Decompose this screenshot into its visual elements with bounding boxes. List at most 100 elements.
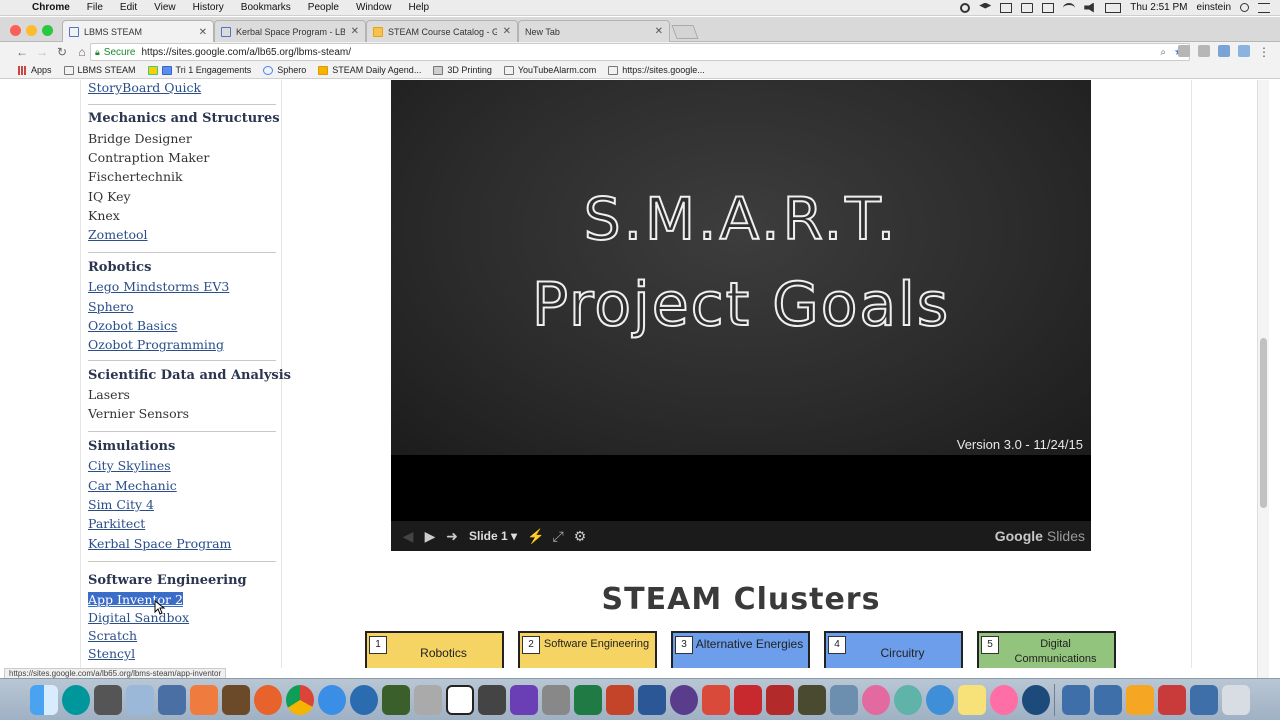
- google-earth-icon[interactable]: [350, 685, 378, 715]
- sidebar-item-iq-key[interactable]: IQ Key: [88, 189, 131, 204]
- sidebar-link-city-skylines[interactable]: City Skylines: [88, 458, 171, 473]
- app-icon[interactable]: [862, 685, 890, 715]
- menu-view[interactable]: View: [154, 2, 185, 13]
- close-window-button[interactable]: [10, 25, 21, 36]
- folder-stack-icon[interactable]: [1094, 685, 1122, 715]
- slide-canvas[interactable]: S.M.A.R.T. Project Goals Version 3.0 - 1…: [391, 80, 1091, 455]
- app-icon[interactable]: [926, 685, 954, 715]
- app-icon[interactable]: [126, 685, 154, 715]
- tab-new-tab[interactable]: New Tab ✕: [518, 20, 670, 42]
- sidebar-item-lasers[interactable]: Lasers: [88, 387, 130, 402]
- laser-pointer-icon[interactable]: ⚡: [525, 528, 547, 545]
- app-icon[interactable]: [414, 685, 442, 715]
- tab-close-icon[interactable]: ✕: [503, 26, 511, 37]
- cluster-robotics[interactable]: 1 Robotics: [365, 631, 504, 668]
- app-icon[interactable]: [446, 685, 474, 715]
- app-icon[interactable]: [830, 685, 858, 715]
- extension-icon[interactable]: [1218, 45, 1230, 57]
- next-slide-icon[interactable]: ➜: [441, 528, 463, 545]
- chrome-icon[interactable]: [286, 685, 314, 715]
- zoom-window-button[interactable]: [42, 25, 53, 36]
- menu-edit[interactable]: Edit: [120, 2, 146, 13]
- cluster-digital-communications[interactable]: 5 Digital Communications: [977, 631, 1116, 668]
- sidebar-link-storyboard-quick[interactable]: StoryBoard Quick: [88, 80, 201, 95]
- dropbox-icon[interactable]: [979, 2, 992, 9]
- extension-icon[interactable]: [1198, 45, 1210, 57]
- sidebar-item-bridge-designer[interactable]: Bridge Designer: [88, 131, 192, 146]
- bookmark-steam-daily[interactable]: STEAM Daily Agend...: [318, 65, 421, 75]
- screen-icon[interactable]: [1021, 2, 1034, 13]
- cluster-software-engineering[interactable]: 2 Software Engineering: [518, 631, 657, 668]
- previous-slide-icon[interactable]: ◀: [397, 528, 419, 545]
- extension-icon[interactable]: [1178, 45, 1190, 57]
- app-icon[interactable]: [734, 685, 762, 715]
- address-bar[interactable]: 🔒︎ Secure https://sites.google.com/a/lb6…: [90, 43, 1190, 61]
- bookmark-tri1[interactable]: Tri 1 Engagements: [147, 65, 251, 75]
- scratch-cat-icon[interactable]: [1126, 685, 1154, 715]
- app-icon[interactable]: [766, 685, 794, 715]
- sidebar-link-scratch[interactable]: Scratch: [88, 628, 137, 643]
- sidebar-item-contraption-maker[interactable]: Contraption Maker: [88, 150, 209, 165]
- rocket-icon[interactable]: [1158, 685, 1186, 715]
- notification-icon[interactable]: [1258, 2, 1270, 13]
- stickies-icon[interactable]: [958, 685, 986, 715]
- url-text[interactable]: https://sites.google.com/a/lb65.org/lbms…: [141, 47, 351, 58]
- finder-icon[interactable]: [30, 685, 58, 715]
- sidebar-item-vernier-sensors[interactable]: Vernier Sensors: [88, 406, 189, 421]
- fullscreen-icon[interactable]: ⤢: [547, 528, 569, 545]
- zoom-icon[interactable]: ⌕: [1160, 47, 1166, 58]
- folder-stack-icon[interactable]: [1190, 685, 1218, 715]
- bookmark-sphero[interactable]: Sphero: [263, 65, 306, 75]
- tab-lbms-steam[interactable]: LBMS STEAM ✕: [62, 20, 214, 43]
- bookmark-lbms-steam[interactable]: LBMS STEAM: [63, 65, 136, 75]
- cluster-alternative-energies[interactable]: 3 Alternative Energies: [671, 631, 810, 668]
- new-tab-button[interactable]: [671, 25, 699, 39]
- app-icon[interactable]: [158, 685, 186, 715]
- cluster-circuitry[interactable]: 4 Circuitry: [824, 631, 963, 668]
- menu-people[interactable]: People: [308, 2, 348, 13]
- app-icon[interactable]: [670, 685, 698, 715]
- safari-icon[interactable]: [318, 685, 346, 715]
- bookmark-3d-printing[interactable]: 3D Printing: [433, 65, 492, 75]
- app-icon[interactable]: [894, 685, 922, 715]
- wifi-icon[interactable]: [1063, 2, 1076, 13]
- sidebar-link-car-mechanic[interactable]: Car Mechanic: [88, 478, 177, 493]
- sidebar-link-zometool[interactable]: Zometool: [88, 227, 148, 242]
- bookmark-youtubealarm[interactable]: YouTubeAlarm.com: [503, 65, 596, 75]
- slide-selector[interactable]: Slide 1 ▾: [469, 529, 517, 543]
- copy-icon[interactable]: [1000, 2, 1013, 13]
- menu-icon[interactable]: ⋮: [1258, 45, 1270, 59]
- volume-icon[interactable]: [1084, 2, 1094, 13]
- sidebar-item-knex[interactable]: Knex: [88, 208, 120, 223]
- app-icon[interactable]: [190, 685, 218, 715]
- tab-close-icon[interactable]: ✕: [351, 26, 359, 37]
- excel-icon[interactable]: [574, 685, 602, 715]
- menu-app-name[interactable]: Chrome: [32, 2, 79, 13]
- tab-steam-catalog[interactable]: STEAM Course Catalog - Goo ✕: [366, 20, 518, 42]
- sidebar-item-fischertechnik[interactable]: Fischertechnik: [88, 169, 183, 184]
- sidebar-link-sphero[interactable]: Sphero: [88, 299, 134, 314]
- imovie-star-icon[interactable]: [510, 685, 538, 715]
- extension-icon[interactable]: [1238, 45, 1250, 57]
- word-icon[interactable]: [638, 685, 666, 715]
- sidebar-link-parkitect[interactable]: Parkitect: [88, 516, 145, 531]
- play-icon[interactable]: ▶: [419, 528, 441, 545]
- sidebar-link-digital-sandbox[interactable]: Digital Sandbox: [88, 610, 189, 625]
- powerpoint-icon[interactable]: [606, 685, 634, 715]
- google-slides-logo[interactable]: Google Slides: [995, 528, 1085, 544]
- app-icon[interactable]: [382, 685, 410, 715]
- record-icon[interactable]: [960, 2, 971, 13]
- airplay-icon[interactable]: [1042, 2, 1055, 13]
- app-icon[interactable]: [478, 685, 506, 715]
- sidebar-link-stencyl[interactable]: Stencyl: [88, 646, 135, 661]
- garageband-icon[interactable]: [222, 685, 250, 715]
- menu-window[interactable]: Window: [356, 2, 401, 13]
- app-icon[interactable]: [702, 685, 730, 715]
- menu-help[interactable]: Help: [409, 2, 439, 13]
- quicktime-icon[interactable]: [1022, 685, 1050, 715]
- app-icon[interactable]: [542, 685, 570, 715]
- scrollbar-thumb[interactable]: [1260, 338, 1267, 508]
- menu-bookmarks[interactable]: Bookmarks: [241, 2, 300, 13]
- tab-close-icon[interactable]: ✕: [655, 26, 663, 37]
- home-icon[interactable]: ⌂: [72, 45, 92, 59]
